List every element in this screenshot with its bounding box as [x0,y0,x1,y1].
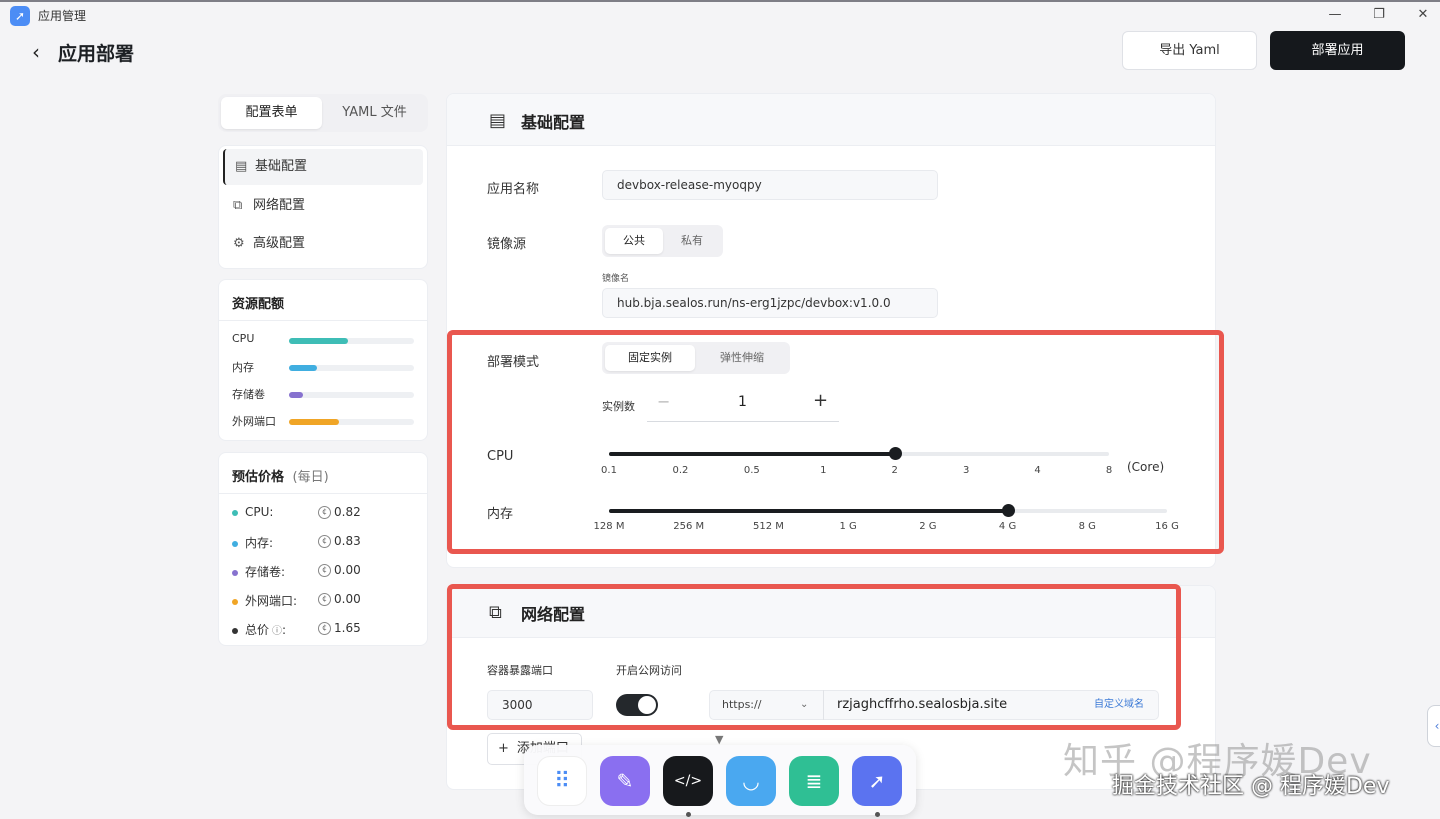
price-label: 存储卷: [245,565,286,579]
dock: ▼ ⠿ ✎ </> ◡ ≣ ➚ [524,733,916,817]
window-title: 应用管理 [38,9,87,23]
nav-item-label: 基础配置 [255,159,308,174]
back-arrow-icon[interactable]: ‹ [32,40,40,64]
estimated-price-card: 预估价格 (每日) CPU: ¢ 0.82 内存: ¢ 0.83 存储卷: ¢ 0.00 外… [218,452,428,646]
divider [219,493,427,494]
price-label: 外网端口: [245,594,298,608]
running-indicator [875,812,880,817]
quota-bar [289,365,414,371]
dot-icon [232,569,238,576]
coin-icon: ¢ [318,593,331,606]
nav-item-advanced[interactable]: ⚙ 高级配置 [223,226,423,262]
dot-icon [232,598,238,605]
coin-icon: ¢ [318,564,331,577]
rocket-app-icon[interactable]: ➚ [852,756,902,806]
app-launcher-icon[interactable]: ⠿ [537,756,587,806]
rocket-icon: ➚ [10,6,30,26]
quota-row-ports: 外网端口 [232,413,417,429]
price-row-cpu: CPU: ¢ 0.82 [232,505,417,521]
title-bar [0,0,1440,30]
deploy-app-button[interactable]: 部署应用 [1270,31,1405,70]
app-name-input[interactable]: devbox-release-myoqpy [602,170,938,200]
quota-bar-fill [289,392,303,398]
price-label: 总价 [245,623,270,637]
tab-config-form[interactable]: 配置表单 [221,97,322,129]
close-button[interactable]: ✕ [1413,6,1433,24]
quota-row-memory: 内存 [232,359,417,375]
export-yaml-button[interactable]: 导出 Yaml [1122,31,1257,70]
tab-yaml-file[interactable]: YAML 文件 [324,97,425,129]
page-title: 应用部署 [58,43,135,65]
image-name-input[interactable]: hub.bja.sealos.run/ns-erg1jzpc/devbox:v1… [602,288,938,318]
quota-label: 存储卷 [232,388,265,401]
image-source-private[interactable]: 私有 [664,228,720,254]
price-value: 0.82 [334,505,361,519]
notes-app-icon[interactable]: ✎ [600,756,650,806]
highlight-box [447,584,1181,730]
quota-bar-fill [289,338,348,344]
price-subtitle: (每日) [292,470,329,485]
section-nav: ▤ 基础配置 ⧉ 网络配置 ⚙ 高级配置 [218,145,428,269]
database-app-icon[interactable]: ≣ [789,756,839,806]
nav-item-label: 高级配置 [253,236,306,251]
help-icon[interactable]: ⓘ [272,626,282,637]
price-value: 0.00 [334,592,361,606]
running-indicator [686,812,691,817]
price-row-total: 总价 ⓘ: ¢ 1.65 [232,621,417,637]
dot-icon [232,540,238,547]
side-collapse-tab[interactable]: ‹ [1427,705,1440,747]
network-icon: ⧉ [233,198,243,213]
coin-icon: ¢ [318,535,331,548]
price-value: 0.00 [334,563,361,577]
quota-bar [289,419,414,425]
price-title-text: 预估价格 [232,470,285,485]
minimize-button[interactable]: — [1325,6,1345,24]
price-label: 内存: [245,536,274,550]
quota-bar-fill [289,419,339,425]
image-source-segment: 公共 私有 [602,225,723,257]
quota-bar [289,338,414,344]
dot-icon [232,627,238,634]
gear-icon: ⚙ [233,236,245,251]
coin-icon: ¢ [318,622,331,635]
highlight-box [447,330,1224,554]
quota-title: 资源配额 [232,297,285,312]
devbox-app-icon[interactable]: </> [663,756,713,806]
basic-config-title: 基础配置 [521,113,586,132]
price-value: 1.65 [334,621,361,635]
quota-label: 外网端口 [232,415,276,428]
image-name-label: 镜像名 [602,274,630,284]
nav-item-basic[interactable]: ▤ 基础配置 [223,149,423,185]
quota-row-cpu: CPU [232,332,417,348]
view-tabs: 配置表单 YAML 文件 [218,94,428,132]
dot-icon [232,509,238,516]
restore-button[interactable]: ❐ [1369,6,1389,24]
quota-bar [289,392,414,398]
price-title: 预估价格 (每日) [232,466,329,485]
watermark: 掘金技术社区 @ 程序媛Dev [1112,774,1390,799]
app-name-label: 应用名称 [487,182,540,197]
quota-label: 内存 [232,361,254,374]
price-row-storage: 存储卷: ¢ 0.00 [232,563,417,579]
document-icon: ▤ [235,159,248,174]
document-icon: ▤ [489,110,507,131]
bag-app-icon[interactable]: ◡ [726,756,776,806]
price-row-ports: 外网端口: ¢ 0.00 [232,592,417,608]
quota-label: CPU [232,332,255,345]
coin-icon: ¢ [318,506,331,519]
image-source-label: 镜像源 [487,237,527,252]
price-row-memory: 内存: ¢ 0.83 [232,534,417,550]
price-value: 0.83 [334,534,361,548]
plus-icon: + [498,741,509,756]
quota-bar-fill [289,365,317,371]
quota-row-storage: 存储卷 [232,386,417,402]
dock-handle-icon[interactable]: ▼ [715,733,723,746]
nav-item-network[interactable]: ⧉ 网络配置 [223,188,423,224]
resource-quota-card: 资源配额 CPU 内存 存储卷 外网端口 [218,279,428,441]
price-label: CPU: [245,505,274,519]
image-source-public[interactable]: 公共 [605,228,663,254]
nav-item-label: 网络配置 [253,198,306,213]
divider [219,320,427,321]
basic-config-header: ▤ 基础配置 [447,94,1215,146]
